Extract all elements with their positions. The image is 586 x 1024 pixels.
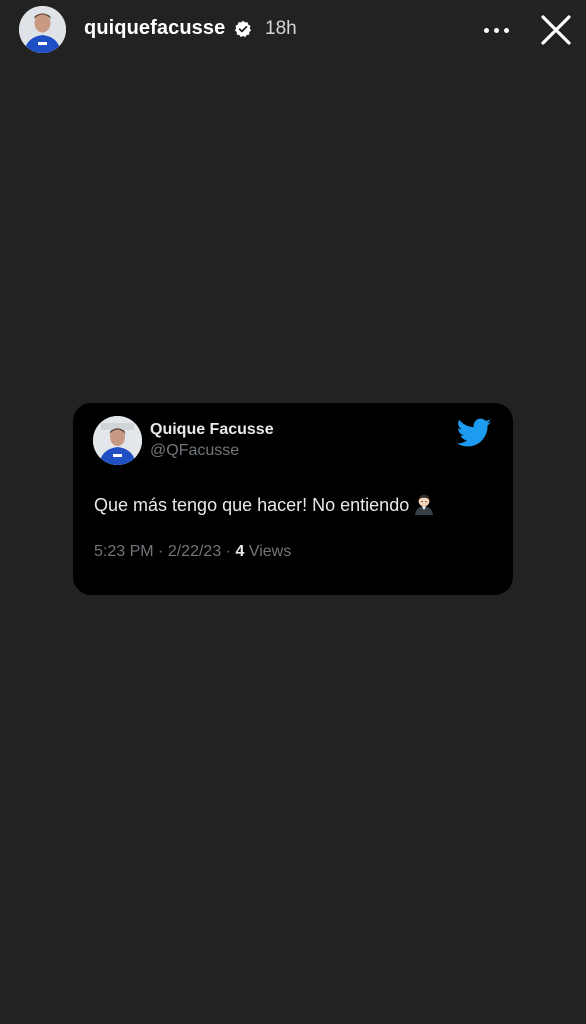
tweet-handle[interactable]: @QFacusse [150, 442, 239, 460]
tweet-views-label: Views [248, 543, 292, 560]
story-timestamp: 18h [265, 18, 297, 39]
profile-photo-icon [19, 6, 66, 53]
tweet-author-avatar [93, 416, 142, 465]
tweet-metadata: 5:23 PM · 2/22/23 · 4 Views [94, 543, 292, 560]
more-dots-icon [483, 27, 489, 33]
tweet-body: Que más tengo que hacer! No entiendo [94, 495, 410, 515]
tweet-time: 5:23 PM [94, 543, 154, 560]
close-icon[interactable] [538, 12, 574, 48]
story-viewer: quiquefacusse 18h Quique Facusse @QFacus… [0, 0, 586, 1024]
profile-photo-icon [93, 416, 142, 465]
tweet-text: Que más tengo que hacer! No entiendo [94, 493, 435, 516]
story-username[interactable]: quiquefacusse [84, 17, 225, 40]
tweet-date: 2/22/23 [167, 543, 222, 560]
story-header: quiquefacusse 18h [0, 0, 586, 60]
tweet-views-count: 4 [235, 543, 245, 560]
profile-avatar[interactable] [19, 6, 66, 53]
verified-badge-icon [234, 20, 252, 38]
man-shrugging-emoji-icon [415, 494, 434, 515]
twitter-bird-icon [457, 418, 492, 447]
more-options-button[interactable] [478, 16, 514, 44]
tweet-display-name[interactable]: Quique Facusse [150, 421, 274, 439]
tweet-card[interactable]: Quique Facusse @QFacusse Que más tengo q… [73, 403, 513, 595]
